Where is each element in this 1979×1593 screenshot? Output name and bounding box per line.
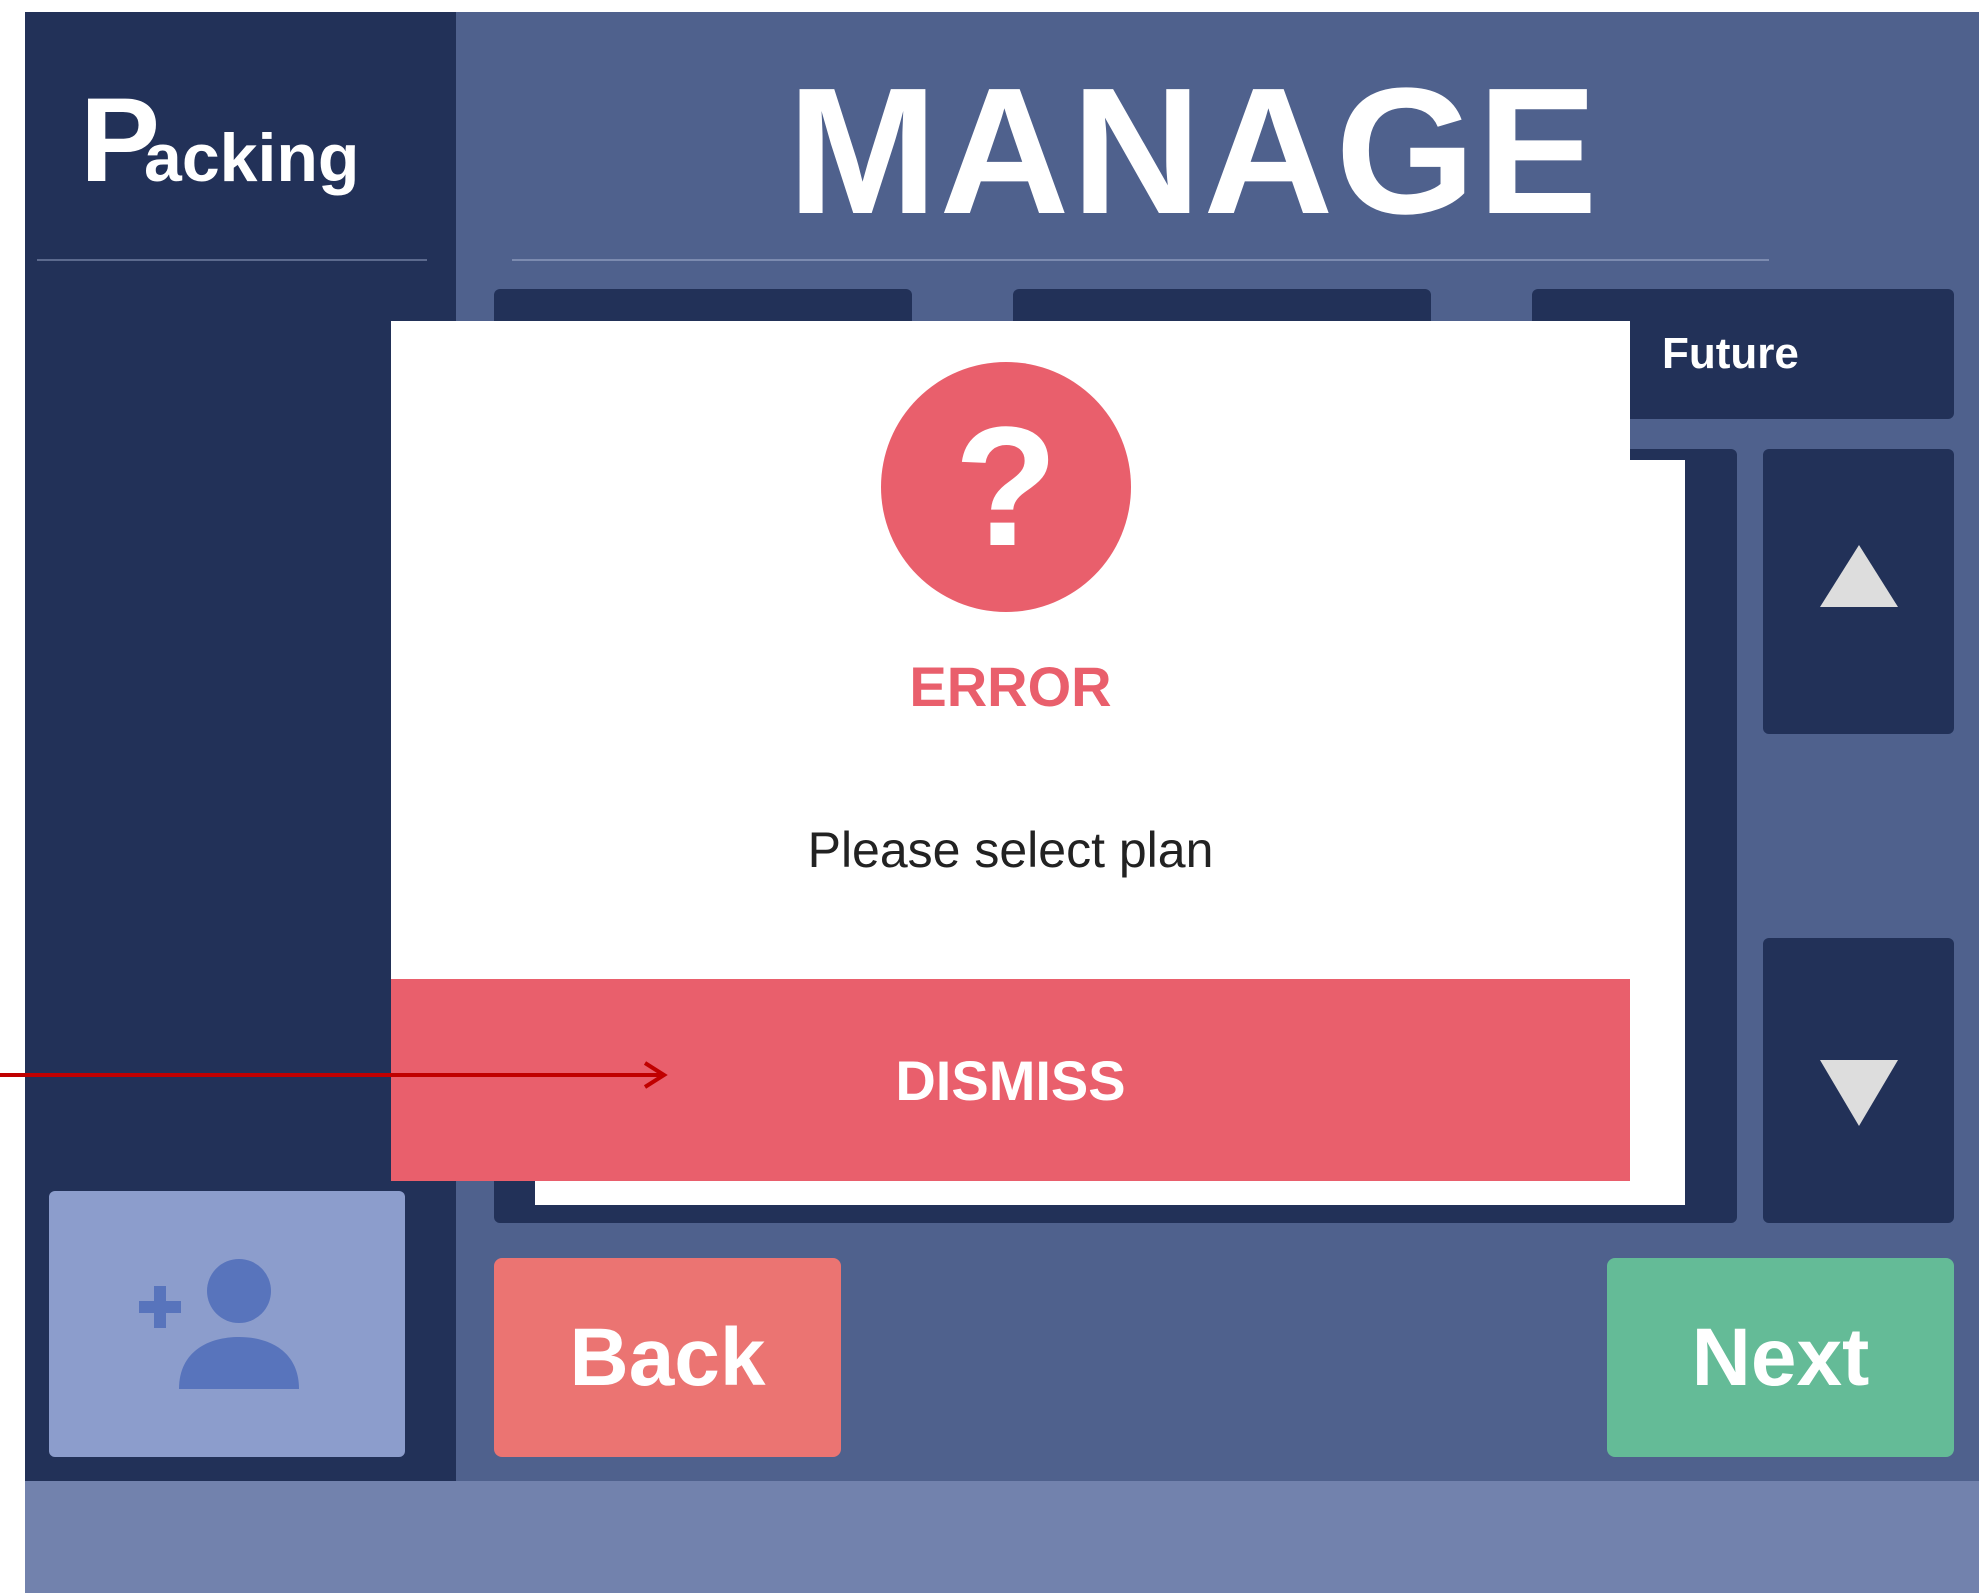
next-button[interactable]: Next [1607, 1258, 1954, 1457]
logo-text: acking [144, 120, 360, 196]
back-button[interactable]: Back [494, 1258, 841, 1457]
add-user-button[interactable] [49, 1191, 405, 1457]
error-message: Please select plan [807, 822, 1214, 878]
triangle-down-icon [1820, 1060, 1898, 1126]
triangle-up-icon [1820, 545, 1898, 607]
scroll-down-button[interactable] [1763, 938, 1954, 1223]
page-title: MANAGE [787, 51, 1600, 252]
error-dialog: ? ERROR Please select plan DISMISS [391, 321, 1630, 1181]
add-person-icon [139, 1259, 299, 1389]
annotation-arrow-icon [0, 1061, 668, 1089]
footer-bar [25, 1481, 1979, 1593]
sidebar-divider [37, 259, 427, 261]
question-mark-icon: ? [881, 362, 1131, 612]
tab-future-label: Future [1662, 329, 1799, 378]
app-screen: Packing MANAGE Future Back Next ? ERROR … [25, 12, 1979, 1593]
header-divider [512, 259, 1769, 261]
error-title: ERROR [909, 655, 1112, 718]
app-logo: Packing [80, 80, 359, 200]
scroll-up-button[interactable] [1763, 449, 1954, 734]
